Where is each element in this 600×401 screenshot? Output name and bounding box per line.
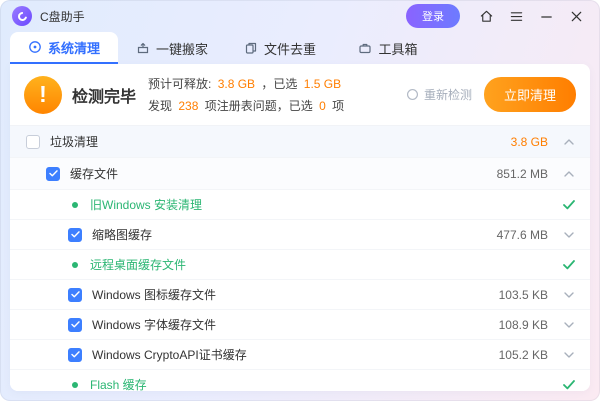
list-item[interactable]: 旧Windows 安装清理: [10, 190, 590, 220]
home-icon[interactable]: [474, 5, 498, 27]
disk-icon: [28, 40, 42, 54]
tab-label: 文件去重: [264, 39, 316, 58]
list-item[interactable]: Windows CryptoAPI证书缓存 105.2 KB: [10, 340, 590, 370]
green-dot-icon: [72, 262, 78, 268]
recheck-label: 重新检测: [424, 86, 472, 103]
item-size: 103.5 KB: [499, 288, 548, 302]
item-label: Windows CryptoAPI证书缓存: [92, 346, 247, 363]
list-item[interactable]: 远程桌面缓存文件: [10, 250, 590, 280]
subgroup-size: 851.2 MB: [497, 167, 548, 181]
app-logo-icon: [12, 6, 32, 26]
list-item[interactable]: Windows 图标缓存文件 103.5 KB: [10, 280, 590, 310]
chevron-down-icon[interactable]: [562, 322, 576, 328]
item-label: Windows 字体缓存文件: [92, 316, 216, 333]
check-icon: [562, 380, 576, 390]
subgroup-label: 缓存文件: [70, 165, 118, 182]
group-size: 3.8 GB: [511, 135, 548, 149]
tab-system-clean[interactable]: 系统清理: [10, 32, 118, 64]
item-size: 477.6 MB: [497, 228, 548, 242]
tab-label: 工具箱: [378, 39, 417, 58]
item-checkbox[interactable]: [68, 318, 82, 332]
chevron-down-icon[interactable]: [562, 292, 576, 298]
scan-summary: ! 检测完毕 预计可释放: 3.8 GB ，已选 1.5 GB 发现 238 项…: [10, 64, 590, 126]
titlebar: C盘助手 登录: [0, 0, 600, 32]
summary-text: 项: [332, 99, 344, 113]
registry-issue-count: 238: [178, 99, 198, 113]
group-row-junk-clean[interactable]: 垃圾清理 3.8 GB: [10, 126, 590, 158]
tab-label: 一键搬家: [156, 39, 208, 58]
chevron-down-icon[interactable]: [562, 232, 576, 238]
tab-bar: 系统清理 一键搬家 文件去重 工具箱: [0, 32, 600, 64]
releasable-size: 3.8 GB: [218, 77, 255, 91]
list-item[interactable]: 缩略图缓存 477.6 MB: [10, 220, 590, 250]
item-label: 旧Windows 安装清理: [90, 196, 202, 213]
item-size: 105.2 KB: [499, 348, 548, 362]
content-panel: ! 检测完毕 预计可释放: 3.8 GB ，已选 1.5 GB 发现 238 项…: [10, 64, 590, 391]
group-label: 垃圾清理: [50, 133, 98, 150]
close-icon[interactable]: [564, 5, 588, 27]
summary-text: ，已选: [261, 77, 297, 91]
chevron-up-icon[interactable]: [562, 171, 576, 177]
cleanup-items: 旧Windows 安装清理缩略图缓存 477.6 MB 远程桌面缓存文件 Window…: [10, 190, 590, 391]
summary-text: 预计可释放:: [148, 77, 211, 91]
minimize-icon[interactable]: [534, 5, 558, 27]
tab-file-dedupe[interactable]: 文件去重: [226, 32, 334, 64]
login-button[interactable]: 登录: [406, 4, 460, 28]
clean-now-button[interactable]: 立即清理: [484, 77, 576, 112]
summary-line-1: 预计可释放: 3.8 GB ，已选 1.5 GB: [148, 75, 347, 92]
summary-lines: 预计可释放: 3.8 GB ，已选 1.5 GB 发现 238 项注册表问题，已…: [148, 75, 347, 114]
recheck-icon: [406, 88, 419, 101]
list-item[interactable]: Flash 缓存: [10, 370, 590, 391]
warning-icon: !: [24, 76, 62, 114]
green-dot-icon: [72, 202, 78, 208]
toolbox-icon: [358, 41, 372, 55]
green-dot-icon: [72, 382, 78, 388]
scan-status: 检测完毕: [72, 83, 136, 107]
summary-text: 项注册表问题，已选: [205, 99, 313, 113]
app-window: C盘助手 登录 系统清理 一键搬家: [0, 0, 600, 401]
menu-icon[interactable]: [504, 5, 528, 27]
item-size: 108.9 KB: [499, 318, 548, 332]
item-checkbox[interactable]: [68, 228, 82, 242]
subgroup-row-cache-files[interactable]: 缓存文件 851.2 MB: [10, 158, 590, 190]
cleanup-list: 垃圾清理 3.8 GB 缓存文件 851.2 MB 旧Windows 安装清理缩…: [10, 126, 590, 391]
registry-selected-count: 0: [319, 99, 326, 113]
app-title: C盘助手: [40, 8, 85, 25]
summary-line-2: 发现 238 项注册表问题，已选 0 项: [148, 97, 347, 114]
item-label: Windows 图标缓存文件: [92, 286, 216, 303]
tab-label: 系统清理: [48, 38, 100, 57]
move-box-icon: [136, 41, 150, 55]
chevron-down-icon[interactable]: [562, 352, 576, 358]
item-checkbox[interactable]: [68, 348, 82, 362]
tab-toolbox[interactable]: 工具箱: [334, 32, 442, 64]
list-item[interactable]: Windows 字体缓存文件 108.9 KB: [10, 310, 590, 340]
chevron-up-icon[interactable]: [562, 139, 576, 145]
documents-icon: [244, 41, 258, 55]
summary-text: 发现: [148, 99, 172, 113]
item-label: 远程桌面缓存文件: [90, 256, 186, 273]
tab-one-key-move[interactable]: 一键搬家: [118, 32, 226, 64]
selected-size: 1.5 GB: [304, 77, 341, 91]
check-icon: [562, 200, 576, 210]
item-label: Flash 缓存: [90, 376, 147, 391]
subgroup-checkbox[interactable]: [46, 167, 60, 181]
item-label: 缩略图缓存: [92, 226, 152, 243]
recheck-button[interactable]: 重新检测: [406, 86, 472, 103]
item-checkbox[interactable]: [68, 288, 82, 302]
group-checkbox[interactable]: [26, 135, 40, 149]
check-icon: [562, 260, 576, 270]
